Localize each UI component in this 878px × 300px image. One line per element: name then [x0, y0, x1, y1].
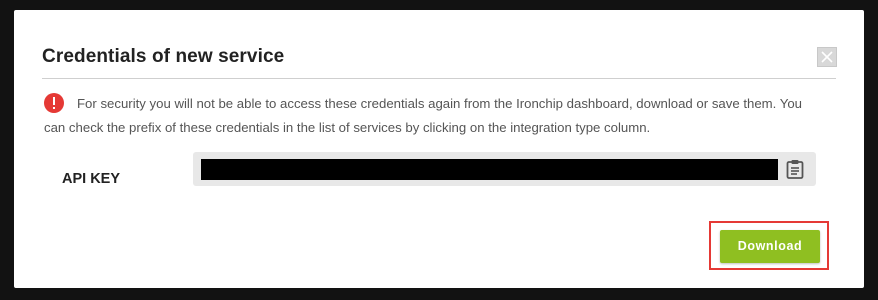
credentials-modal: Credentials of new service For security … [14, 10, 864, 288]
close-button[interactable] [817, 47, 837, 67]
clipboard-icon[interactable] [786, 159, 804, 179]
api-key-label: API KEY [62, 171, 121, 187]
modal-header: Credentials of new service [42, 44, 837, 79]
notice-text: For security you will not be able to acc… [44, 96, 802, 135]
close-icon [821, 51, 833, 63]
download-button[interactable]: Download [720, 230, 820, 263]
api-key-value-redacted [201, 159, 778, 180]
modal-title: Credentials of new service [42, 46, 285, 67]
api-key-field[interactable] [193, 152, 816, 186]
